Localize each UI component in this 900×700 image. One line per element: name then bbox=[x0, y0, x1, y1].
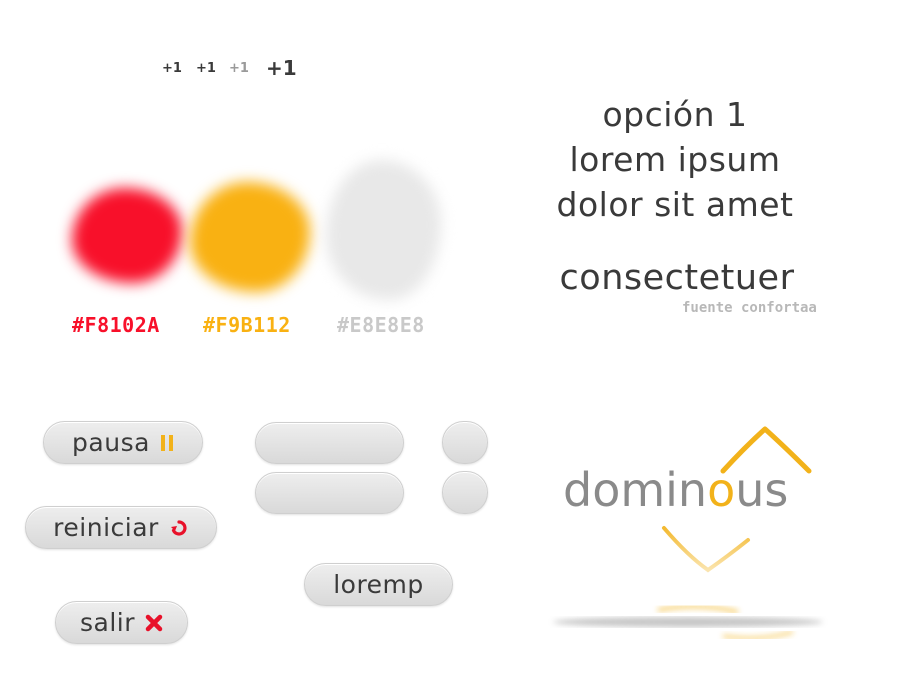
plus-one-icon: +1 bbox=[229, 61, 249, 76]
swatch-yellow bbox=[190, 182, 310, 292]
restart-button-label: reiniciar bbox=[53, 513, 159, 542]
plus-one-icon: +1 bbox=[162, 61, 182, 76]
swatch-label-red: #F8102A bbox=[72, 313, 160, 337]
sample-large-word: consectetuer bbox=[559, 258, 795, 298]
logo-bottom-chevron bbox=[662, 526, 750, 573]
exit-button-label: salir bbox=[79, 608, 135, 637]
sample-line-1: opción 1 bbox=[602, 95, 748, 134]
font-caption: fuente confortaa bbox=[682, 300, 817, 316]
pause-icon bbox=[160, 434, 174, 452]
sample-line-2: lorem ipsum bbox=[569, 140, 781, 179]
loremp-button-label: loremp bbox=[333, 570, 424, 599]
swatch-gray bbox=[326, 160, 441, 300]
logo-wordmark: dominous bbox=[563, 463, 789, 517]
swatch-red bbox=[72, 188, 182, 283]
pause-button-label: pausa bbox=[72, 428, 150, 457]
logo-reflection bbox=[553, 604, 823, 641]
restart-icon bbox=[169, 518, 189, 538]
blank-round-button-2[interactable] bbox=[442, 471, 488, 514]
swatch-label-yellow: #F9B112 bbox=[203, 313, 291, 337]
blank-wide-button-1[interactable] bbox=[255, 422, 404, 464]
restart-button[interactable]: reiniciar bbox=[25, 506, 217, 549]
loremp-button[interactable]: loremp bbox=[304, 563, 453, 606]
exit-button[interactable]: salir bbox=[55, 601, 188, 644]
swatch-label-gray: #E8E8E8 bbox=[337, 313, 425, 337]
blank-round-button-1[interactable] bbox=[442, 421, 488, 464]
blank-wide-button-2[interactable] bbox=[255, 472, 404, 514]
close-icon bbox=[145, 614, 163, 632]
plus-one-icon: +1 bbox=[196, 61, 216, 76]
sample-line-3: dolor sit amet bbox=[556, 185, 794, 224]
pause-button[interactable]: pausa bbox=[43, 421, 203, 464]
plus-one-icon-large: +1 bbox=[266, 56, 297, 80]
